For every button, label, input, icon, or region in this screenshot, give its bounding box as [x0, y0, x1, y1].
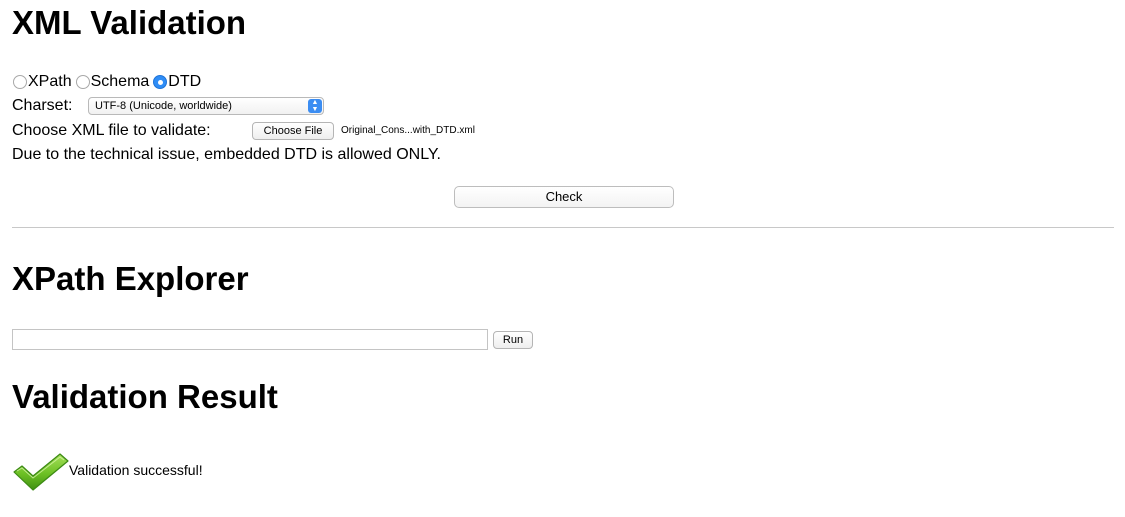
file-chooser-label: Choose XML file to validate:	[12, 122, 211, 139]
section-divider	[12, 227, 1114, 228]
selected-file-name: Original_Cons...with_DTD.xml	[341, 125, 475, 136]
page: XML Validation XPath Schema DTD Charset:…	[0, 0, 1125, 517]
radio-schema[interactable]	[75, 75, 90, 89]
run-button[interactable]: Run	[493, 331, 533, 349]
choose-file-button[interactable]: Choose File	[252, 122, 334, 140]
radio-dtd-label[interactable]: DTD	[168, 73, 201, 91]
dtd-notice: Due to the technical issue, embedded DTD…	[12, 146, 441, 163]
check-button[interactable]: Check	[454, 186, 674, 208]
xpath-input[interactable]	[12, 329, 488, 350]
charset-label: Charset:	[12, 97, 73, 114]
radio-xpath-label[interactable]: XPath	[28, 73, 72, 91]
radio-xpath[interactable]	[13, 75, 27, 89]
charset-selected-value: UTF-8 (Unicode, worldwide)	[95, 100, 232, 112]
radio-dtd[interactable]	[153, 75, 168, 89]
xml-validation-heading: XML Validation	[12, 4, 247, 41]
checkmark-icon	[13, 453, 69, 491]
radio-schema-label[interactable]: Schema	[91, 73, 150, 91]
validation-type-radio-group: XPath Schema DTD	[12, 72, 201, 92]
validation-result-heading: Validation Result	[12, 378, 278, 415]
select-arrows-icon: ▲ ▼	[308, 99, 322, 113]
xpath-explorer-heading: XPath Explorer	[12, 260, 249, 297]
validation-result: Validation successful!	[13, 452, 203, 492]
validation-result-message: Validation successful!	[69, 462, 203, 478]
charset-select[interactable]: UTF-8 (Unicode, worldwide) ▲ ▼	[88, 97, 324, 115]
